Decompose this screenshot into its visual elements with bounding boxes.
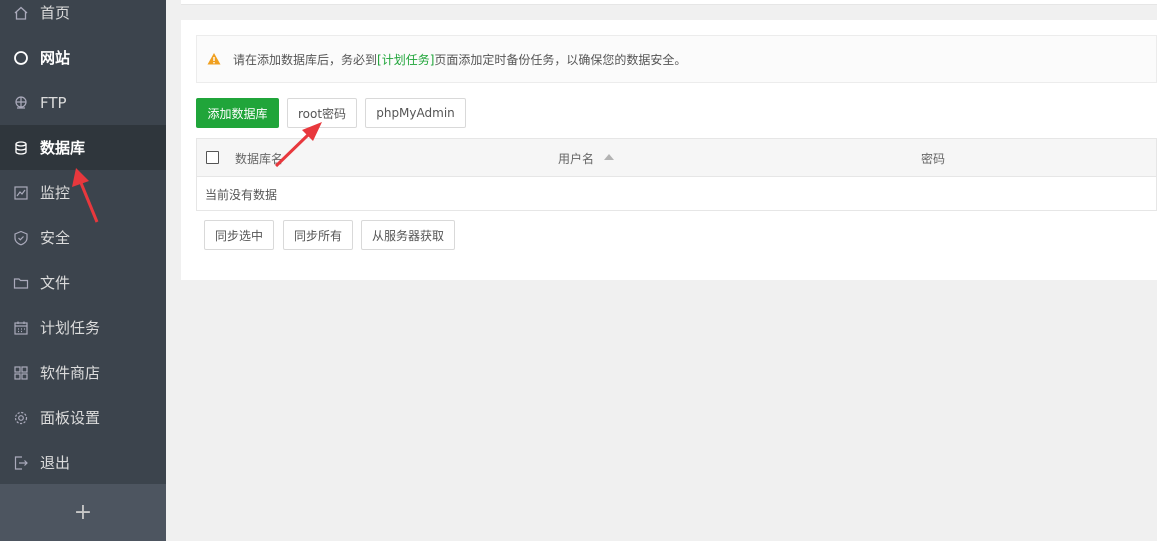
table-header: 数据库名 用户名 密码 [197, 139, 1156, 177]
database-icon [13, 140, 29, 156]
shield-icon [13, 230, 29, 246]
column-header-username[interactable]: 用户名 [558, 150, 594, 167]
backup-notice: 请在添加数据库后，务必到[计划任务]页面添加定时备份任务，以确保您的数据安全。 [196, 35, 1157, 83]
phpmyadmin-button[interactable]: phpMyAdmin [365, 98, 466, 128]
notice-suffix: 页面添加定时备份任务，以确保您的数据安全。 [434, 52, 687, 67]
sidebar-item-cron[interactable]: 计划任务 [0, 305, 166, 350]
home-icon [13, 5, 29, 21]
column-header-password[interactable]: 密码 [921, 150, 945, 167]
empty-message: 当前没有数据 [205, 188, 278, 202]
sidebar-item-label: 软件商店 [40, 364, 101, 382]
sidebar-item-ftp[interactable]: FTP [0, 80, 166, 125]
sidebar-item-store[interactable]: 软件商店 [0, 350, 166, 395]
grid-icon [13, 365, 29, 381]
logout-icon [13, 455, 29, 471]
column-header-dbname[interactable]: 数据库名 [235, 150, 283, 167]
sidebar-item-label: 网站 [40, 49, 71, 67]
sidebar-item-label: 监控 [40, 184, 71, 202]
add-menu-button[interactable]: + [0, 484, 166, 541]
sidebar-item-logout[interactable]: 退出 [0, 440, 166, 485]
notice-text: 请在添加数据库后，务必到[计划任务]页面添加定时备份任务，以确保您的数据安全。 [233, 51, 686, 68]
monitor-icon [13, 185, 29, 201]
sync-selected-button[interactable]: 同步选中 [204, 220, 274, 250]
calendar-icon [13, 320, 29, 336]
globe-icon [13, 50, 29, 66]
top-panel [181, 0, 1157, 5]
sidebar-item-website[interactable]: 网站 [0, 35, 166, 80]
sidebar-item-database[interactable]: 数据库 [0, 125, 166, 170]
sidebar-item-home[interactable]: 首页 [0, 0, 166, 35]
sidebar-item-monitor[interactable]: 监控 [0, 170, 166, 215]
folder-icon [13, 275, 29, 291]
sidebar-item-label: 首页 [40, 4, 71, 22]
sidebar-item-label: 面板设置 [40, 409, 101, 427]
sidebar-item-label: FTP [40, 93, 67, 112]
sidebar-item-label: 安全 [40, 229, 71, 247]
sort-asc-icon[interactable] [604, 154, 614, 160]
sidebar: 首页 网站 FTP 数据库 监控 安全 文件 计划任务 软件商店 面板设置 退出… [0, 0, 166, 541]
sidebar-item-label: 文件 [40, 274, 71, 292]
sidebar-item-label: 计划任务 [40, 319, 101, 337]
ftp-icon [13, 95, 29, 111]
warning-icon [207, 52, 221, 66]
sidebar-item-security[interactable]: 安全 [0, 215, 166, 260]
sidebar-item-settings[interactable]: 面板设置 [0, 395, 166, 440]
sidebar-item-label: 数据库 [40, 139, 86, 157]
sidebar-item-files[interactable]: 文件 [0, 260, 166, 305]
fetch-from-server-button[interactable]: 从服务器获取 [361, 220, 455, 250]
notice-prefix: 请在添加数据库后，务必到 [233, 52, 378, 67]
cron-link[interactable]: [计划任务] [377, 53, 434, 67]
add-database-button[interactable]: 添加数据库 [196, 98, 279, 128]
gear-icon [13, 410, 29, 426]
select-all-checkbox[interactable] [206, 151, 219, 164]
database-table: 数据库名 用户名 密码 当前没有数据 [196, 138, 1157, 211]
sync-all-button[interactable]: 同步所有 [283, 220, 353, 250]
sidebar-item-label: 退出 [40, 454, 71, 472]
root-password-button[interactable]: root密码 [287, 98, 357, 128]
